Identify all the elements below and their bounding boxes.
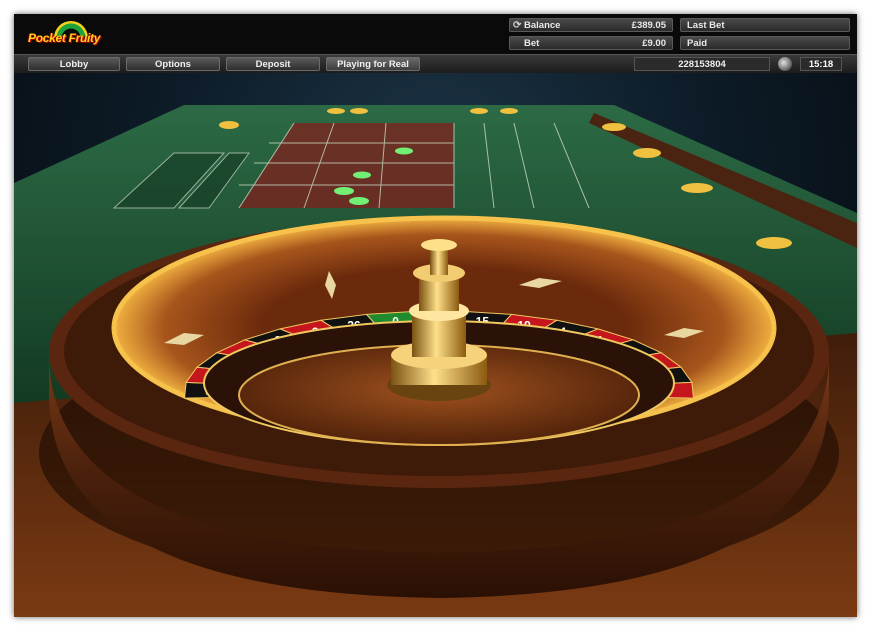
lobby-button[interactable]: Lobby <box>28 57 120 71</box>
bet-field: Bet £9.00 <box>509 36 673 50</box>
balance-field: ⟳ Balance £389.05 <box>509 18 673 32</box>
logo-text: Pocket Fruity <box>28 31 101 45</box>
bet-value: £9.00 <box>642 38 666 49</box>
session-id: 228153804 <box>634 57 770 71</box>
deposit-button[interactable]: Deposit <box>226 57 320 71</box>
nav-bar: Lobby Options Deposit Playing for Real 2… <box>14 54 857 74</box>
clock-display: 15:18 <box>800 57 842 71</box>
last-bet-field: Last Bet <box>680 18 850 32</box>
sound-toggle-icon[interactable] <box>778 57 792 71</box>
refresh-icon[interactable]: ⟳ <box>513 19 521 33</box>
roulette-table-svg: 29728123532603215194212251734 <box>14 105 857 617</box>
top-header: Pocket Fruity ⟳ Balance £389.05 Last Bet… <box>14 14 857 54</box>
pocket-fruity-logo: Pocket Fruity <box>28 21 120 48</box>
bet-label: Bet <box>524 38 540 49</box>
balance-value: £389.05 <box>631 20 666 31</box>
balance-label: Balance <box>524 20 561 31</box>
options-button[interactable]: Options <box>126 57 220 71</box>
last-bet-label: Last Bet <box>687 20 725 31</box>
roulette-scene: 29728123532603215194212251734 <box>14 73 857 617</box>
game-window: Pocket Fruity ⟳ Balance £389.05 Last Bet… <box>14 14 857 617</box>
paid-label: Paid <box>687 38 708 49</box>
playing-for-real-button[interactable]: Playing for Real <box>326 57 420 71</box>
paid-field: Paid <box>680 36 850 50</box>
